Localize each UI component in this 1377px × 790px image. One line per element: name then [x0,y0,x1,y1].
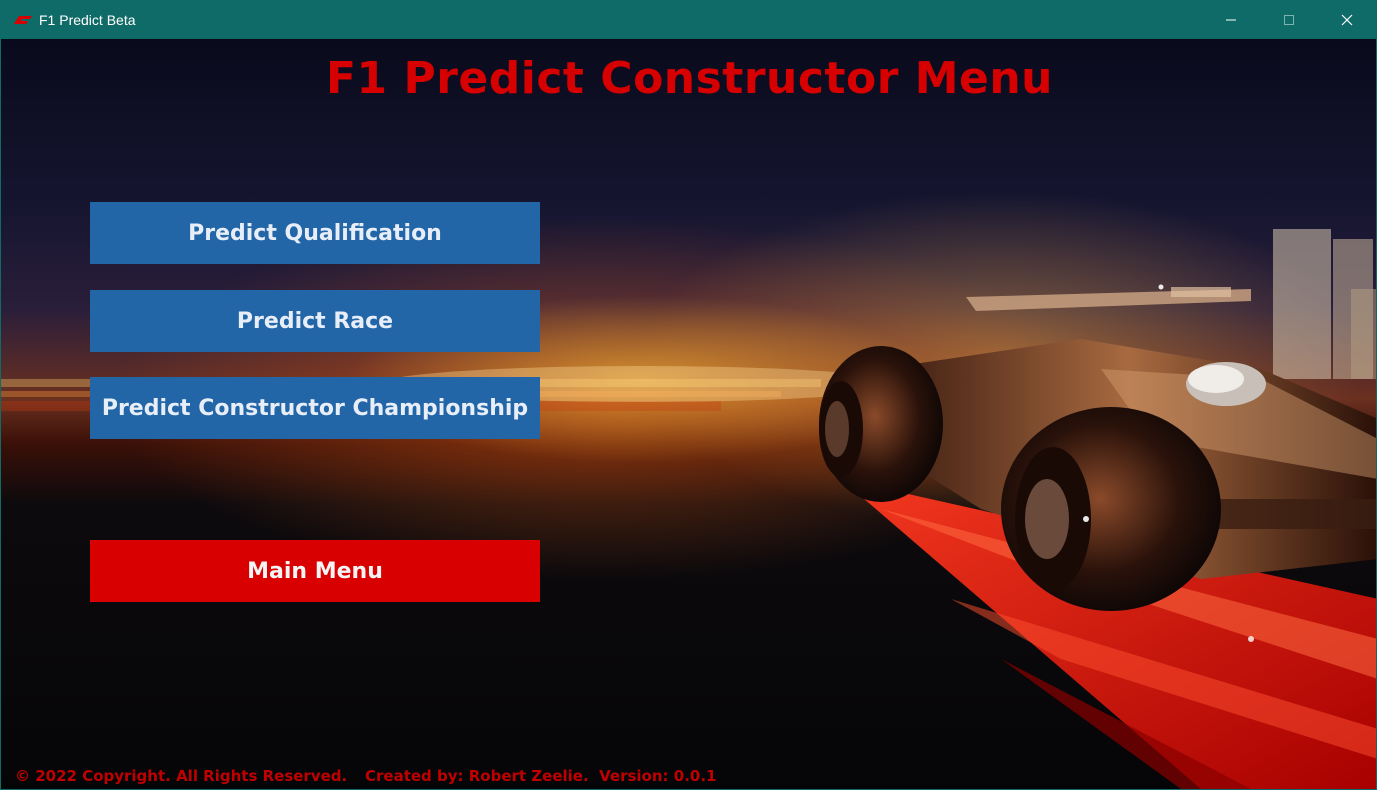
minimize-icon [1226,19,1236,21]
maximize-icon [1284,15,1294,25]
page-title: F1 Predict Constructor Menu [325,53,1054,104]
close-icon [1341,14,1353,26]
credits-text: Created by: Robert Zeelie. Version: 0.0.… [365,767,717,785]
minimize-button[interactable] [1202,1,1260,39]
predict-qualification-button[interactable]: Predict Qualification [90,202,540,264]
predict-race-button[interactable]: Predict Race [90,290,540,352]
app-window: F1 Predict Beta F1 Predict Constructor M… [0,0,1377,790]
main-menu-button[interactable]: Main Menu [90,540,540,602]
maximize-button[interactable] [1260,1,1318,39]
main-panel: F1 Predict Constructor Menu Predict Qual… [1,39,1376,789]
close-button[interactable] [1318,1,1376,39]
window-controls [1202,1,1376,39]
window-title: F1 Predict Beta [39,12,136,28]
predict-constructor-championship-button[interactable]: Predict Constructor Championship [90,377,540,439]
f1-logo-icon [13,13,33,27]
title-bar[interactable]: F1 Predict Beta [1,1,1376,39]
copyright-text: © 2022 Copyright. All Rights Reserved. [15,767,348,785]
